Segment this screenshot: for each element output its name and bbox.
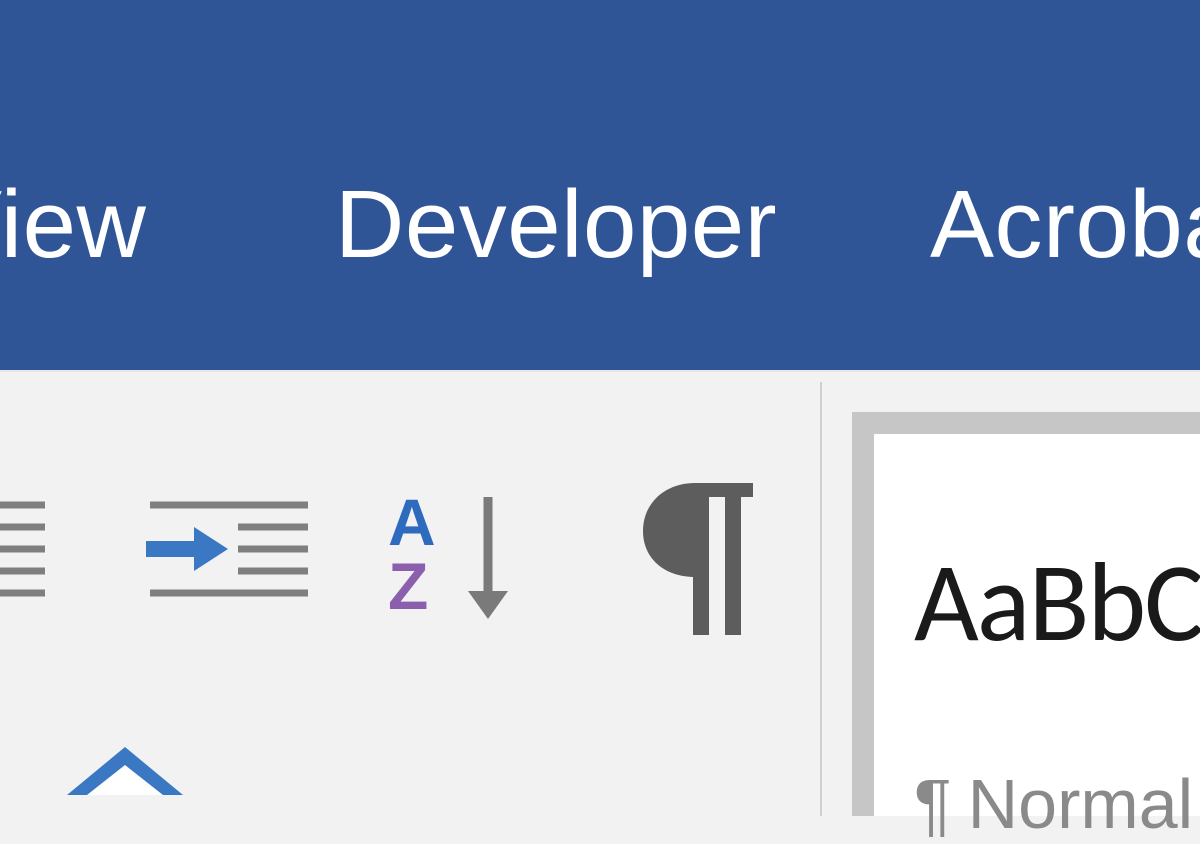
pilcrow-icon [625,477,765,647]
borders-dropdown-icon[interactable] [65,747,185,797]
style-preview-card: AaBbCcDd ¶Normal [874,434,1200,816]
tab-view[interactable]: View [0,170,156,280]
style-gallery-item-normal[interactable]: AaBbCcDd ¶Normal [852,412,1200,816]
ribbon-group-separator [820,382,822,816]
tab-developer[interactable]: Developer [325,170,787,280]
sort-az-icon: A Z [388,487,538,627]
svg-text:Z: Z [388,549,428,623]
style-name-text: Normal [968,765,1194,843]
style-name-label: ¶Normal [914,764,1193,844]
pilcrow-glyph: ¶ [914,764,952,844]
decrease-indent-icon [0,497,85,607]
style-preview-text: AaBbCcDd [914,534,1200,671]
tab-acrobat[interactable]: Acrobat [920,170,1200,280]
ribbon-body: A Z AaBbCcDd ¶Nor [0,370,1200,776]
ribbon-tab-strip: View Developer Acrobat [0,0,1200,370]
increase-indent-icon [138,497,318,607]
